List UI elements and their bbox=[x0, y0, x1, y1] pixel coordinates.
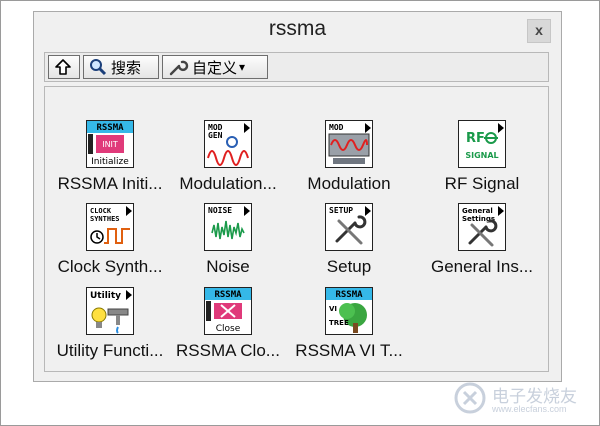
palette-item-rssma-initialize[interactable]: RSSMA INIT Initialize RSSMA Initi... bbox=[44, 120, 176, 194]
rssma-close-icon: RSSMA Close bbox=[204, 287, 252, 335]
palette-item-label: Noise bbox=[206, 257, 250, 276]
customize-label: 自定义 bbox=[192, 59, 238, 77]
mod-icon: MOD bbox=[325, 120, 373, 168]
window-title: rssma bbox=[268, 17, 327, 40]
palette-item-label: RSSMA Initi... bbox=[57, 174, 163, 193]
icon-text-tree: TREE bbox=[329, 319, 349, 327]
icon-text-init: INIT bbox=[102, 140, 118, 149]
rssma-vi-tree-icon: RSSMA VI TREE bbox=[325, 287, 373, 335]
icon-text-synthes: SYNTHES bbox=[90, 215, 120, 223]
icon-text-rf: RF bbox=[466, 131, 485, 146]
icon-text-clock: CLOCK bbox=[90, 207, 112, 215]
rf-signal-icon: RF SIGNAL bbox=[458, 120, 506, 168]
up-button[interactable] bbox=[48, 55, 80, 79]
clock-synthesis-icon: CLOCK SYNTHES bbox=[86, 203, 134, 251]
watermark-logo-icon bbox=[454, 382, 486, 414]
icon-text-mod: MOD bbox=[329, 123, 344, 132]
icon-text-gen: GEN bbox=[208, 131, 223, 140]
palette-item-setup[interactable]: SETUP Setup bbox=[283, 203, 415, 277]
palette-item-label: Clock Synth... bbox=[57, 257, 163, 276]
icon-text-rssma: RSSMA bbox=[96, 123, 124, 133]
watermark-url: www.elecfans.com bbox=[492, 404, 567, 414]
palette-item-label: General Ins... bbox=[430, 257, 534, 276]
setup-icon: SETUP bbox=[325, 203, 373, 251]
general-settings-icon: General Settings bbox=[458, 203, 506, 251]
palette-item-noise[interactable]: NOISE Noise bbox=[162, 203, 294, 277]
dropdown-arrow-icon: ▾ bbox=[239, 60, 246, 74]
magnifier-icon bbox=[90, 59, 107, 76]
icon-text-rssma: RSSMA bbox=[335, 290, 363, 300]
wrench-icon bbox=[169, 60, 189, 76]
icon-text-setup: SETUP bbox=[329, 206, 353, 215]
function-palette: RSSMA INIT Initialize RSSMA Initi... MOD… bbox=[44, 86, 549, 372]
icon-text-general: General bbox=[462, 207, 493, 215]
watermark: 电子发烧友 www.elecfans.com bbox=[452, 380, 592, 420]
palette-item-label: Modulation... bbox=[179, 174, 277, 193]
palette-item-label: RSSMA VI T... bbox=[295, 341, 403, 360]
palette-item-utility[interactable]: Utility Utility Functi... bbox=[44, 287, 176, 361]
palette-item-rssma-vi-tree[interactable]: RSSMA VI TREE RSSMA VI T... bbox=[283, 287, 415, 361]
search-button[interactable]: 搜索 bbox=[83, 55, 159, 79]
palette-item-label: Utility Functi... bbox=[56, 341, 164, 360]
palette-window: rssma x 搜索 自定义 ▾ RSSMA INIT Initialize R… bbox=[33, 11, 562, 382]
icon-text-signal: SIGNAL bbox=[465, 151, 498, 160]
icon-text-noise: NOISE bbox=[208, 206, 232, 215]
palette-item-rssma-close[interactable]: RSSMA Close RSSMA Clo... bbox=[162, 287, 294, 361]
close-button[interactable]: x bbox=[527, 19, 551, 43]
palette-item-modulation[interactable]: MOD Modulation bbox=[283, 120, 415, 194]
icon-text-utility: Utility bbox=[90, 291, 121, 301]
palette-item-label: Modulation bbox=[307, 174, 391, 193]
customize-button[interactable]: 自定义 ▾ bbox=[162, 55, 268, 79]
icon-text-close: Close bbox=[216, 324, 241, 334]
icon-text-initialize: Initialize bbox=[91, 157, 129, 167]
rssma-initialize-icon: RSSMA INIT Initialize bbox=[86, 120, 134, 168]
palette-item-general-settings[interactable]: General Settings General Ins... bbox=[416, 203, 548, 277]
utility-icon: Utility bbox=[86, 287, 134, 335]
palette-item-modulation-gen[interactable]: MOD GEN Modulation... bbox=[162, 120, 294, 194]
palette-item-rf-signal[interactable]: RF SIGNAL RF Signal bbox=[416, 120, 548, 194]
toolbar: 搜索 自定义 ▾ bbox=[44, 52, 549, 82]
icon-text-rssma: RSSMA bbox=[214, 290, 242, 300]
up-arrow-icon bbox=[54, 59, 71, 75]
palette-item-label: RSSMA Clo... bbox=[176, 341, 280, 360]
icon-text-vi: VI bbox=[329, 305, 337, 313]
title-bar[interactable]: rssma x bbox=[34, 12, 561, 50]
palette-item-label: Setup bbox=[326, 257, 372, 276]
mod-gen-icon: MOD GEN bbox=[204, 120, 252, 168]
search-label: 搜索 bbox=[111, 59, 142, 77]
palette-item-clock-synthesis[interactable]: CLOCK SYNTHES Clock Synth... bbox=[44, 203, 176, 277]
noise-icon: NOISE bbox=[204, 203, 252, 251]
palette-item-label: RF Signal bbox=[444, 174, 520, 193]
